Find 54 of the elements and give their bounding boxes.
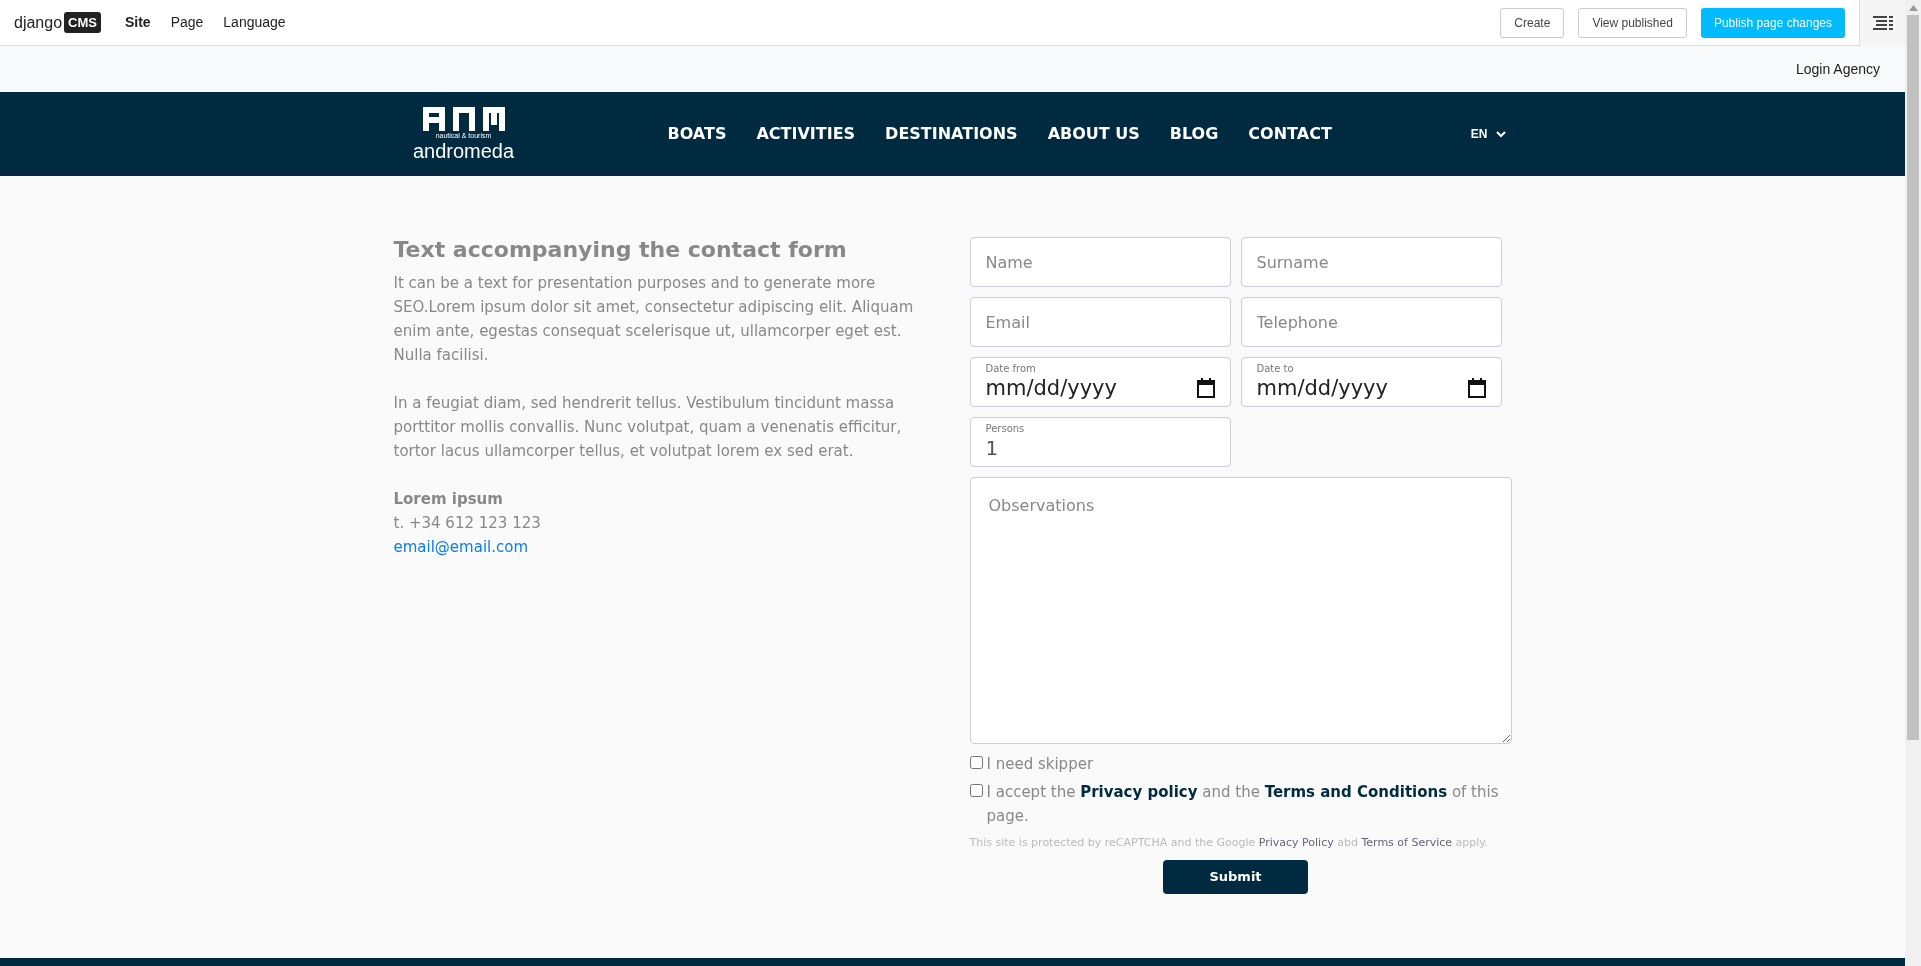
calendar-icon[interactable] bbox=[1467, 378, 1486, 398]
language-selector[interactable]: EN bbox=[1470, 125, 1506, 143]
checkbox[interactable] bbox=[969, 756, 983, 769]
policy-link[interactable]: Privacy policy bbox=[1080, 783, 1198, 801]
login-link[interactable]: Login Agency bbox=[1795, 58, 1880, 80]
recaptcha-notice: This site is protected by reCAPTCHA and the Google Privacy Policy abd Terms of Service apply. bbox=[969, 835, 1488, 851]
observations-field[interactable]: Observations bbox=[969, 477, 1512, 744]
nav-link[interactable]: DESTINATIONS bbox=[885, 122, 1018, 146]
nav-link[interactable]: CONTACT bbox=[1248, 122, 1332, 146]
scroll-up-icon bbox=[1908, 5, 1918, 11]
input-field[interactable]: Name bbox=[969, 237, 1231, 287]
checkbox-label: I need skipper bbox=[986, 754, 1095, 775]
input-field[interactable]: Telephone bbox=[1240, 297, 1502, 347]
logo-icon bbox=[422, 107, 505, 131]
toolbar-menu-item[interactable]: Language bbox=[223, 12, 286, 33]
scrollbar[interactable] bbox=[1905, 0, 1921, 966]
calendar-icon[interactable] bbox=[1196, 378, 1215, 398]
toolbar-menu-item[interactable]: Site bbox=[124, 12, 151, 33]
intro-paragraph: It can be a text for presentation purposes and to generate more SEO.Lorem ipsum dolor sit amet, consectetur adipiscing elit. Aliquam enim ante, egestas consequat scelerisque ut, ullamcorper eget est. Nulla facilisi. bbox=[393, 273, 915, 366]
menu-icon[interactable] bbox=[1859, 0, 1905, 46]
nav-link[interactable]: ABOUT US bbox=[1047, 122, 1140, 146]
checkbox[interactable] bbox=[969, 784, 983, 797]
date-value: mm/dd/yyyy bbox=[1256, 375, 1388, 401]
policy-link[interactable]: Terms and Conditions bbox=[1264, 783, 1448, 801]
checkbox-label: I accept the Privacy policy and the Terms and Conditions of this page. bbox=[986, 782, 1500, 827]
intro-title: Text accompanying the contact form bbox=[393, 236, 848, 264]
contact-name: Lorem ipsum bbox=[393, 489, 504, 510]
cms-logo-badge[interactable]: CMS bbox=[64, 11, 101, 34]
contact-phone: t. +34 612 123 123 bbox=[393, 513, 542, 534]
recaptcha-link[interactable]: Terms of Service bbox=[1361, 836, 1453, 849]
toolbar-button[interactable]: View published bbox=[1578, 7, 1687, 38]
logo-name: andromeda bbox=[412, 141, 515, 161]
chevron-down-icon bbox=[1495, 130, 1506, 138]
nav-link[interactable]: BOATS bbox=[667, 122, 727, 146]
input-field[interactable]: Email bbox=[969, 297, 1231, 347]
toolbar-menu-item[interactable]: Page bbox=[170, 12, 204, 33]
intro-paragraph: In a feugiat diam, sed hendrerit tellus. Vestibulum tincidunt massa porttitor mollis convallis. Nunc volutpat, quam a venenatis efficitur, tortor lacus ullamcorper tellus, et volutpat lorem ex sed erat. bbox=[393, 393, 903, 462]
scrollbar-thumb[interactable] bbox=[1907, 15, 1919, 740]
recaptcha-link[interactable]: Privacy Policy bbox=[1258, 836, 1334, 849]
submit-button[interactable]: Submit bbox=[1163, 860, 1308, 894]
field-label: Date to bbox=[1256, 363, 1295, 375]
toolbar-button[interactable]: Create bbox=[1500, 7, 1565, 38]
number-field[interactable]: Persons 1 bbox=[969, 417, 1231, 467]
number-value: 1 bbox=[985, 435, 1000, 461]
nav-link[interactable]: ACTIVITIES bbox=[756, 122, 856, 146]
date-field[interactable]: Date from mm/dd/yyyy bbox=[969, 357, 1231, 407]
nav-link[interactable]: BLOG bbox=[1169, 122, 1219, 146]
date-value: mm/dd/yyyy bbox=[985, 375, 1117, 401]
cms-logo-text[interactable]: django bbox=[14, 10, 63, 35]
field-label: Date from bbox=[985, 363, 1037, 375]
field-label: Persons bbox=[985, 423, 1026, 435]
input-field[interactable]: Surname bbox=[1240, 237, 1502, 287]
date-field[interactable]: Date to mm/dd/yyyy bbox=[1240, 357, 1502, 407]
email-link[interactable]: email@email.com bbox=[393, 538, 529, 556]
